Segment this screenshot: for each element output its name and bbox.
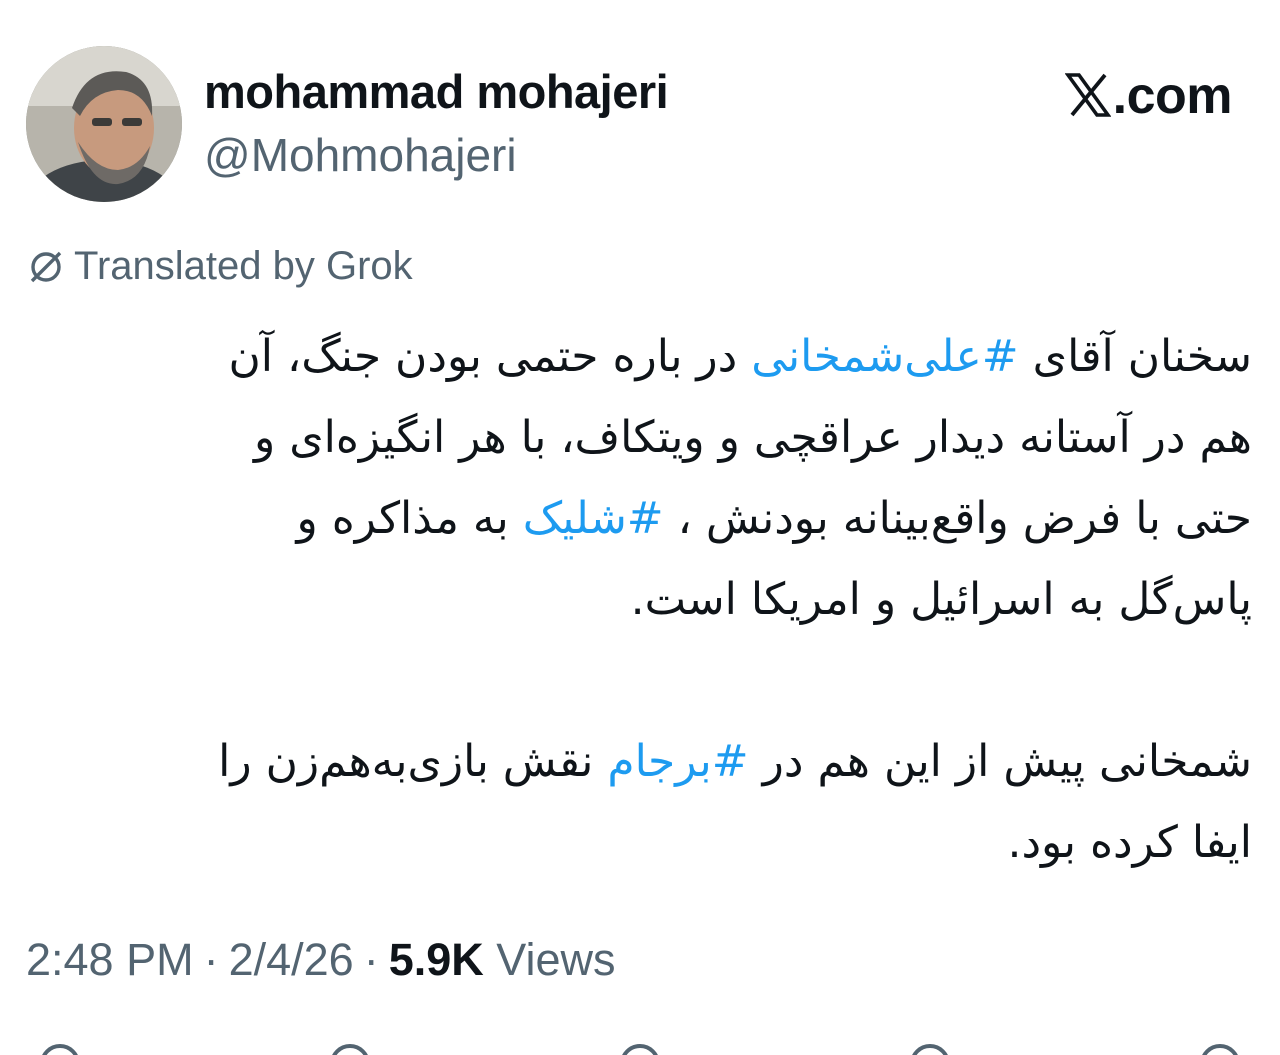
tweet-screenshot: mohammad mohajeri @Mohmohajeri .com Tran… xyxy=(0,0,1280,1055)
x-com-watermark: .com xyxy=(1064,66,1233,126)
tweet-paragraph-1: سخنان آقای #علی‌شمخانی در باره حتمی بودن… xyxy=(30,316,1252,640)
bookmark-icon[interactable] xyxy=(910,1044,950,1055)
avatar-photo xyxy=(26,46,182,202)
meta-separator: · xyxy=(203,934,219,985)
tweet-line: ایفا کرده بود. xyxy=(1007,817,1252,868)
action-bar xyxy=(0,1040,1280,1055)
views-label: Views xyxy=(496,934,616,985)
translation-label: Translated by Grok xyxy=(74,244,413,288)
tweet-line: هم در آستانه دیدار عراقچی و ویتکاف، با ه… xyxy=(253,412,1252,463)
hashtag-link[interactable]: #برجام xyxy=(607,736,748,787)
avatar[interactable] xyxy=(26,46,182,202)
text-segment: سخنان آقای xyxy=(1018,331,1252,382)
tweet-paragraph-2: شمخانی پیش از این هم در #برجام نقش بازی‌… xyxy=(30,721,1252,883)
tweet-line: حتی با فرض واقع‌بینانه بودنش ، #شلیک به … xyxy=(30,478,1253,559)
like-icon[interactable] xyxy=(620,1044,660,1055)
translated-by-grok[interactable]: Translated by Grok xyxy=(26,244,413,289)
hashtag-link[interactable]: #شلیک xyxy=(523,493,664,544)
meta-separator: · xyxy=(363,934,379,985)
user-handle[interactable]: @Mohmohajeri xyxy=(204,128,517,182)
text-segment: در باره حتمی بودن جنگ، آن xyxy=(228,331,752,382)
tweet-meta: 2:48 PM · 2/4/26 · 5.9K Views xyxy=(26,934,616,986)
tweet-time[interactable]: 2:48 PM xyxy=(26,934,194,985)
display-name[interactable]: mohammad mohajeri xyxy=(204,64,669,119)
tweet-line: سخنان آقای #علی‌شمخانی در باره حتمی بودن… xyxy=(30,316,1252,397)
share-icon[interactable] xyxy=(1200,1044,1240,1055)
grok-icon xyxy=(26,247,66,287)
repost-icon[interactable] xyxy=(330,1044,370,1055)
tweet-line: پاس‌گل به اسرائیل و امریکا است. xyxy=(630,574,1252,625)
reply-icon[interactable] xyxy=(40,1044,80,1055)
hashtag-link[interactable]: #علی‌شمخانی xyxy=(751,331,1018,382)
tweet-text: سخنان آقای #علی‌شمخانی در باره حتمی بودن… xyxy=(30,316,1252,883)
text-segment: شمخانی پیش از این هم در xyxy=(748,736,1252,787)
text-segment: حتی با فرض واقع‌بینانه بودنش ، xyxy=(663,493,1252,544)
views-count: 5.9K xyxy=(388,934,484,985)
brand-domain: .com xyxy=(1112,67,1233,125)
text-segment: نقش بازی‌به‌هم‌زن را xyxy=(218,736,608,787)
tweet-date[interactable]: 2/4/26 xyxy=(229,934,354,985)
text-segment: به مذاکره و xyxy=(296,493,523,544)
tweet-line: شمخانی پیش از این هم در #برجام نقش بازی‌… xyxy=(30,721,1252,802)
x-logo-icon xyxy=(1064,73,1111,117)
